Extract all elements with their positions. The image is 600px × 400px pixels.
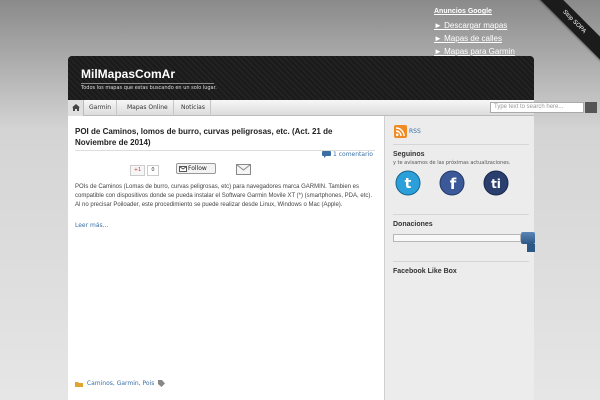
- main-content: POI de Caminos, lomos de burro, curvas p…: [68, 116, 384, 400]
- search-input[interactable]: Type text to search here...: [490, 102, 584, 113]
- comments-link[interactable]: 1 comentario: [322, 151, 373, 158]
- nav-item-noticias[interactable]: Noticias: [176, 100, 211, 116]
- post-excerpt: POIs de Caminos (Lomas de burro, curvas …: [75, 184, 373, 208]
- top-bar: Anuncios Google ► Descargar mapas ► Mapa…: [0, 0, 600, 71]
- sidebar-divider: [393, 261, 529, 262]
- folder-icon: [75, 381, 83, 387]
- follow-label: Follow: [188, 165, 207, 172]
- tag-icon: [158, 380, 166, 387]
- sidebar-divider: [393, 144, 529, 145]
- post-title[interactable]: POI de Caminos, lomos de burro, curvas p…: [75, 126, 375, 148]
- donations-heading: Donaciones: [393, 221, 433, 228]
- search-button[interactable]: [585, 102, 597, 113]
- nav-item-garmin[interactable]: Garmin: [84, 100, 118, 116]
- facebook-icon[interactable]: f: [439, 170, 465, 196]
- rss-icon: [394, 125, 407, 138]
- site-header: MilMapasComAr Todos los mapas que estas …: [68, 56, 534, 100]
- site-logo[interactable]: MilMapasComAr Todos los mapas que estas …: [81, 67, 217, 91]
- comment-icon: [322, 151, 331, 158]
- nav-item-mapas-online[interactable]: Mapas Online: [122, 100, 174, 116]
- mail-icon: [179, 166, 187, 172]
- rss-label: RSS: [409, 128, 421, 135]
- post-tags: Caminos, Garmin, Pois: [75, 380, 167, 387]
- donate-button[interactable]: [521, 232, 535, 244]
- title-underline: [81, 83, 214, 84]
- site-tagline: Todos los mapas que estas buscando en un…: [81, 85, 217, 91]
- facebook-likebox-heading: Facebook Like Box: [393, 268, 457, 275]
- donate-badge-icon: [527, 244, 535, 252]
- sidebar: RSS Seguinos y te avisamos de las próxim…: [384, 116, 535, 400]
- tuenti-icon[interactable]: ti: [483, 170, 509, 196]
- svg-text:ti: ti: [491, 177, 501, 191]
- read-more-link[interactable]: Leer más...: [75, 222, 108, 229]
- donation-field: [393, 234, 521, 242]
- svg-text:t: t: [405, 176, 412, 192]
- stop-sopa-ribbon[interactable]: Stop SOPA: [525, 0, 600, 71]
- site-title[interactable]: MilMapasComAr: [81, 67, 217, 81]
- svg-text:f: f: [450, 175, 457, 193]
- rss-link[interactable]: RSS: [394, 125, 421, 138]
- tags-links[interactable]: Caminos, Garmin, Pois: [87, 380, 154, 387]
- nav-home-button[interactable]: [68, 100, 84, 116]
- follow-heading: Seguinos: [393, 151, 425, 158]
- comments-count: 1 comentario: [333, 151, 373, 158]
- follow-button[interactable]: Follow: [176, 163, 216, 174]
- twitter-icon[interactable]: t: [395, 170, 421, 196]
- email-share-icon[interactable]: [236, 164, 251, 175]
- follow-subheading: y te avisamos de las próximas actualizac…: [393, 160, 511, 166]
- nav-bar: Garmin Mapas Online Noticias Type text t…: [68, 100, 597, 116]
- gplus-button[interactable]: +1: [130, 165, 145, 176]
- sidebar-divider: [393, 214, 529, 215]
- home-icon: [72, 104, 80, 111]
- gplus-count: 0: [147, 165, 159, 176]
